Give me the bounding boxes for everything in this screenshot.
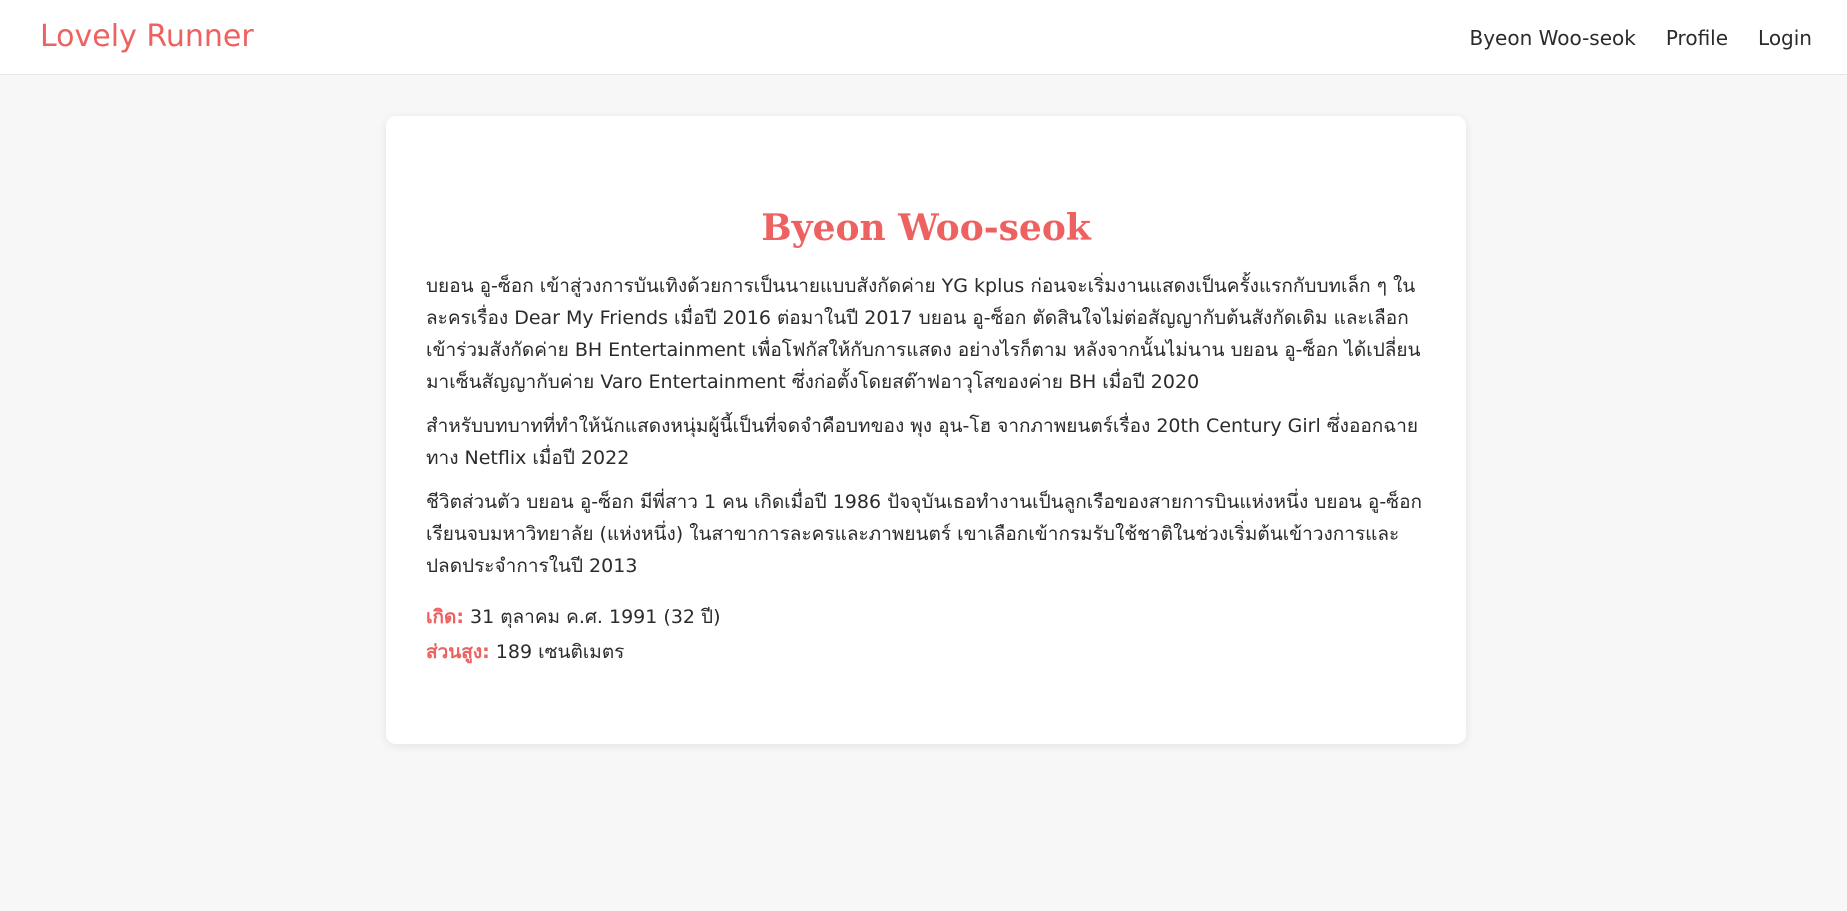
brand-link[interactable]: Lovely Runner <box>40 18 254 56</box>
height-value: 189 เซนติเมตร <box>489 641 625 663</box>
height-fact: ส่วนสูง: 189 เซนติเมตร <box>426 635 1426 670</box>
nav-link-login[interactable]: Login <box>1758 26 1812 50</box>
bio-paragraph-3: ชีวิตส่วนตัว บยอน อู-ซ็อก มีพี่สาว 1 คน … <box>426 491 1422 577</box>
birth-value: 31 ตุลาคม ค.ศ. 1991 (32 ปี) <box>463 606 721 628</box>
profile-facts: เกิด: 31 ตุลาคม ค.ศ. 1991 (32 ปี) ส่วนสู… <box>426 600 1426 670</box>
top-navbar: Lovely Runner Byeon Woo-seok Profile Log… <box>0 0 1847 75</box>
bio-paragraph-1: บยอน อู-ซ็อก เข้าสู่วงการบันเทิงด้วยการเ… <box>426 275 1421 393</box>
height-label: ส่วนสูง: <box>426 641 490 663</box>
nav-link-profile[interactable]: Profile <box>1666 26 1728 50</box>
birth-label: เกิด: <box>426 606 464 628</box>
profile-card: Byeon Woo-seok บยอน อู-ซ็อก เข้าสู่วงการ… <box>386 116 1466 744</box>
birth-fact: เกิด: 31 ตุลาคม ค.ศ. 1991 (32 ปี) <box>426 600 1426 635</box>
profile-name-heading: Byeon Woo-seok <box>761 207 1091 249</box>
nav-links: Byeon Woo-seok Profile Login <box>1470 0 1813 75</box>
bio-paragraph-2: สำหรับบทบาทที่ทำให้นักแสดงหนุ่มผู้นี้เป็… <box>426 415 1419 469</box>
nav-link-byeon-woo-seok[interactable]: Byeon Woo-seok <box>1470 26 1636 50</box>
